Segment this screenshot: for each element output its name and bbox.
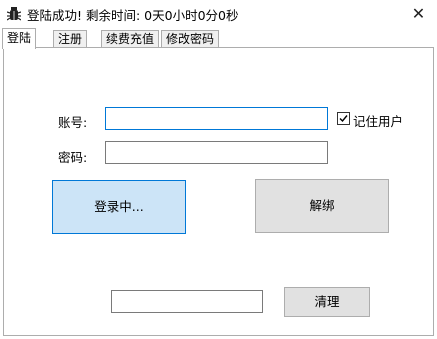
tab-login[interactable]: 登陆 [2, 28, 37, 49]
tab-change-password[interactable]: 修改密码 [161, 30, 220, 48]
tab-recharge[interactable]: 续费充值 [101, 30, 160, 48]
title-bar: 登陆成功! 剩余时间: 0天0小时0分0秒 ✕ [0, 0, 437, 28]
clear-input[interactable] [111, 290, 263, 313]
password-input[interactable] [105, 141, 328, 164]
tab-register[interactable]: 注册 [53, 30, 88, 48]
bug-icon [7, 7, 21, 21]
remember-user-checkbox[interactable] [337, 112, 350, 125]
remember-user-label: 记住用户 [353, 114, 404, 129]
close-icon: ✕ [411, 4, 426, 23]
login-button[interactable]: 登录中... [52, 180, 186, 234]
window-title: 登陆成功! 剩余时间: 0天0小时0分0秒 [27, 8, 239, 23]
app-window: 登陆成功! 剩余时间: 0天0小时0分0秒 ✕ 登陆 注册 续费充值 修改密码 … [0, 0, 437, 339]
close-button[interactable]: ✕ [400, 0, 437, 28]
account-input[interactable] [105, 107, 328, 130]
password-label: 密码: [58, 150, 88, 165]
account-label: 账号: [58, 115, 88, 130]
checkmark-icon [339, 115, 348, 123]
clear-button[interactable]: 清理 [284, 287, 370, 317]
unbind-button[interactable]: 解绑 [255, 179, 389, 233]
